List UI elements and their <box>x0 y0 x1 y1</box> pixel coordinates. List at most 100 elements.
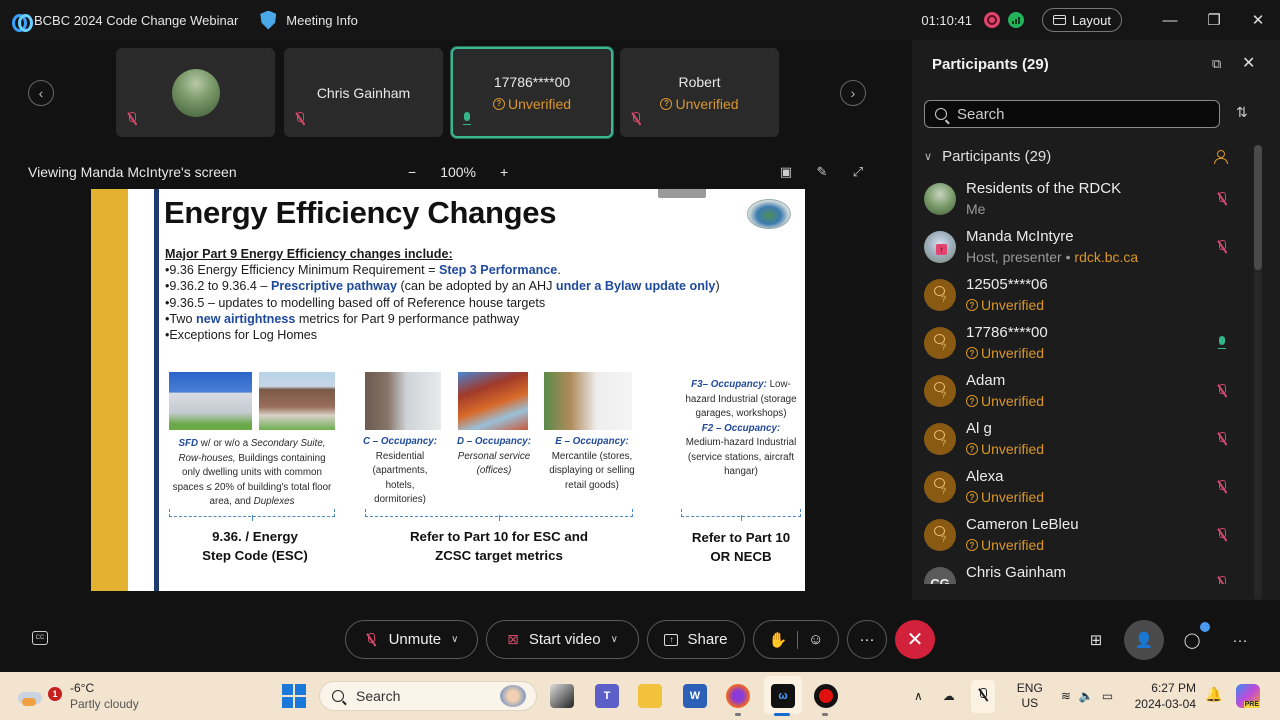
language-indicator[interactable]: ENG US <box>1017 681 1043 711</box>
weather-widget[interactable]: 1 -6°C Partly cloudy <box>18 680 139 712</box>
close-window-button[interactable]: ✕ <box>1236 0 1280 40</box>
mic-active-icon[interactable] <box>1218 336 1226 354</box>
participant-row[interactable]: ↑ Manda McIntyre Host, presenter • rdck.… <box>912 224 1252 272</box>
chevron-down-icon[interactable]: ∨ <box>611 634 618 645</box>
video-tile[interactable]: Chris Gainham <box>284 48 443 137</box>
system-clock[interactable]: 6:27 PM 2024-03-04 <box>1134 680 1196 712</box>
part10-label: Refer to Part 10 for ESC and ZCSC target … <box>409 529 589 563</box>
layout-button[interactable]: Layout <box>1041 8 1122 32</box>
reactions-icon[interactable]: ☺ <box>808 631 823 648</box>
participant-row[interactable]: Adam ?Unverified <box>912 368 1252 416</box>
search-label: Search <box>356 688 401 704</box>
prev-participants-button[interactable]: ‹ <box>28 80 54 106</box>
taskbar-search[interactable]: Search <box>319 681 537 711</box>
bullet-item: •9.36.5 – updates to modelling based off… <box>165 295 546 310</box>
search-highlight-icon <box>500 685 526 707</box>
participant-search-input[interactable]: Search <box>924 100 1220 128</box>
zoom-controls: − 100% + <box>396 164 520 180</box>
participant-name: Residents of the RDCK <box>966 180 1122 197</box>
annotate-icon[interactable]: ✎ <box>814 164 830 179</box>
zoom-out-button[interactable]: − <box>408 164 416 180</box>
mic-muted-icon[interactable] <box>1216 384 1228 403</box>
close-panel-icon[interactable]: ✕ <box>1242 53 1255 73</box>
video-tile[interactable] <box>116 48 275 137</box>
copilot-icon[interactable]: PRE <box>1236 684 1260 708</box>
webex-logo-icon <box>12 13 33 32</box>
file-explorer-icon[interactable] <box>638 684 662 708</box>
start-video-button[interactable]: ⊠ Start video ∨ <box>486 620 639 659</box>
zoom-in-button[interactable]: + <box>500 164 508 180</box>
share-drag-handle[interactable] <box>658 189 706 198</box>
participant-row[interactable]: Residents of the RDCK Me <box>912 176 1252 224</box>
request-control-icon[interactable]: ▣ <box>778 164 794 179</box>
restore-button[interactable]: ❐ <box>1192 0 1236 40</box>
slide-title: Energy Efficiency Changes <box>164 195 557 230</box>
active-indicator <box>774 713 790 716</box>
battery-icon[interactable]: ▭ <box>1102 689 1113 703</box>
cohost-icon[interactable] <box>1214 150 1228 164</box>
teams-icon[interactable]: T <box>595 684 619 708</box>
participant-sub: Host, presenter • rdck.bc.ca <box>966 249 1139 265</box>
video-tile[interactable]: Robert ? Unverified <box>620 48 779 137</box>
leave-meeting-button[interactable]: ✕ <box>895 620 935 659</box>
unverified-status: ? Unverified <box>966 393 1044 409</box>
mic-muted-icon[interactable] <box>1216 432 1228 451</box>
recorder-icon[interactable] <box>814 684 838 708</box>
start-button[interactable] <box>282 684 306 708</box>
slide-bullets: Major Part 9 Energy Efficiency changes i… <box>165 246 720 343</box>
shield-icon[interactable] <box>260 10 277 30</box>
more-options-button[interactable]: ··· <box>847 620 887 659</box>
wifi-icon[interactable]: ≋ <box>1061 689 1071 703</box>
mic-muted-icon[interactable] <box>1216 576 1228 584</box>
participant-row[interactable]: 17786****00 ?Unverified <box>912 320 1252 368</box>
unmute-button[interactable]: Unmute ∨ <box>345 620 478 659</box>
participants-scrollbar[interactable] <box>1254 145 1262 600</box>
mic-muted-icon[interactable] <box>1216 240 1228 259</box>
participant-row[interactable]: Al g ?Unverified <box>912 416 1252 464</box>
closed-captions-button[interactable]: CC <box>32 631 48 645</box>
minimize-button[interactable]: — <box>1148 0 1192 40</box>
title-bar: BCBC 2024 Code Change Webinar Meeting In… <box>0 0 1280 40</box>
mic-muted-icon[interactable] <box>1216 192 1228 211</box>
share-button[interactable]: ↑ Share <box>647 620 745 659</box>
webex-icon[interactable]: ω <box>771 684 795 708</box>
slide-navy-bar <box>154 189 159 591</box>
task-view-icon[interactable] <box>550 684 574 708</box>
shared-screen-slide: Energy Efficiency Changes Major Part 9 E… <box>91 189 805 591</box>
firefox-icon[interactable] <box>726 684 750 708</box>
more-panels-button[interactable]: ··· <box>1226 626 1254 654</box>
chevron-down-icon[interactable]: ∨ <box>451 634 458 645</box>
volume-icon[interactable]: 🔈 <box>1079 689 1094 703</box>
mic-muted-icon[interactable] <box>1216 528 1228 547</box>
participant-row[interactable]: Alexa ?Unverified <box>912 464 1252 512</box>
share-view-toolbar: ▣ ✎ ⤢ <box>778 164 866 179</box>
video-off-icon: ⊠ <box>507 631 519 647</box>
participants-toggle-icon[interactable]: 👤 <box>1124 620 1164 660</box>
reactions-group: ✋ ☺ <box>753 620 839 659</box>
onedrive-icon[interactable]: ☁ <box>943 689 955 703</box>
show-hidden-icons[interactable]: ∧ <box>914 689 923 703</box>
recording-icon[interactable] <box>983 12 1000 28</box>
mic-muted-tray-icon[interactable] <box>970 679 995 713</box>
participant-row[interactable]: Cameron LeBleu ?Unverified <box>912 512 1252 560</box>
chat-notification-badge <box>1200 622 1210 632</box>
fullscreen-icon[interactable]: ⤢ <box>850 164 866 179</box>
next-participants-button[interactable]: › <box>840 80 866 106</box>
mic-muted-icon[interactable] <box>1216 480 1228 499</box>
popout-icon[interactable]: ⧉ <box>1212 56 1221 72</box>
participant-row[interactable]: 12505****06 ?Unverified <box>912 272 1252 320</box>
raise-hand-icon[interactable]: ✋ <box>768 631 787 649</box>
meeting-info-button[interactable]: Meeting Info <box>286 13 358 28</box>
notifications-icon[interactable]: 🔔 <box>1205 686 1222 703</box>
store-building-photo <box>544 372 632 430</box>
video-tile-active-speaker[interactable]: 17786****00 ? Unverified <box>451 47 613 138</box>
apps-icon[interactable]: ⊞ <box>1082 626 1110 654</box>
sort-icon[interactable]: ⇅ <box>1236 104 1248 121</box>
weather-desc: Partly cloudy <box>70 697 139 711</box>
participants-group-header[interactable]: ∨ Participants (29) <box>924 148 1051 165</box>
word-icon[interactable]: W <box>683 684 707 708</box>
question-icon: ? <box>966 299 978 311</box>
network-health-icon[interactable] <box>1007 12 1024 28</box>
participant-row[interactable]: CG Chris Gainham <box>912 560 1252 584</box>
sfd-caption: SFD w/ or w/o a Secondary Suite, Row-hou… <box>172 438 332 507</box>
